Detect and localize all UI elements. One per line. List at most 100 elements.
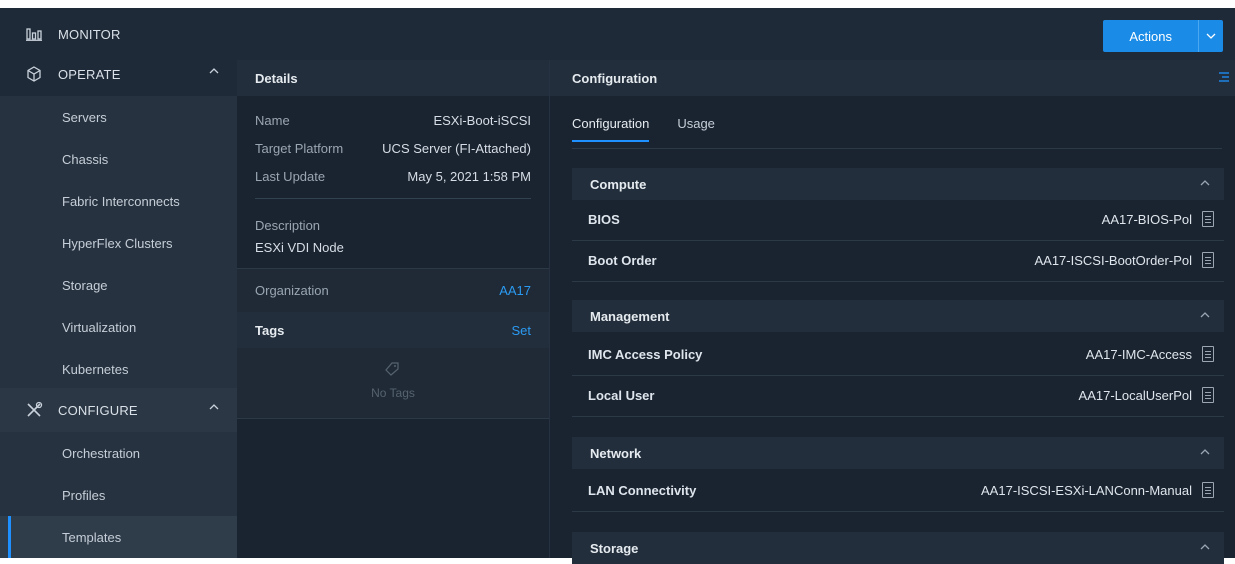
chevron-up-icon[interactable] bbox=[1200, 540, 1210, 554]
sidebar-item-label: Kubernetes bbox=[62, 361, 129, 377]
set-tags-link[interactable]: Set bbox=[511, 323, 531, 338]
organization-link[interactable]: AA17 bbox=[499, 283, 531, 298]
tags-label: Tags bbox=[255, 323, 285, 338]
top-strip bbox=[0, 0, 1235, 8]
configuration-title: Configuration bbox=[550, 60, 1235, 96]
section-network[interactable]: Network bbox=[572, 437, 1224, 469]
chevron-up-icon[interactable] bbox=[1200, 308, 1210, 322]
tab-configuration[interactable]: Configuration bbox=[572, 102, 650, 142]
sidebar-item-virtualization[interactable]: Virtualization bbox=[0, 306, 237, 348]
sidebar-item-label: CONFIGURE bbox=[58, 402, 138, 418]
detail-value: ESXi-Boot-iSCSI bbox=[433, 112, 531, 128]
chevron-up-icon[interactable] bbox=[209, 66, 219, 76]
sidebar-item-label: Storage bbox=[62, 277, 108, 293]
document-icon[interactable] bbox=[1202, 252, 1214, 268]
sidebar-item-label: Chassis bbox=[62, 151, 109, 167]
collapse-panel-icon[interactable] bbox=[1218, 70, 1230, 86]
sidebar-item-servers[interactable]: Servers bbox=[0, 96, 237, 138]
section-label: Network bbox=[590, 445, 642, 461]
sidebar-item-templates[interactable]: Templates bbox=[0, 516, 237, 558]
policy-label: IMC Access Policy bbox=[588, 347, 703, 362]
tools-icon bbox=[24, 400, 44, 420]
cube-icon bbox=[24, 64, 44, 84]
detail-value: UCS Server (FI-Attached) bbox=[382, 140, 531, 156]
sidebar-item-monitor[interactable]: MONITOR bbox=[0, 12, 237, 56]
policy-row-lan-connectivity: LAN Connectivity AA17-ISCSI-ESXi-LANConn… bbox=[572, 471, 1224, 512]
section-label: Management bbox=[590, 308, 670, 324]
tabs-divider bbox=[572, 148, 1222, 149]
tab-label: Configuration bbox=[572, 116, 650, 131]
sidebar-item-operate[interactable]: OPERATE bbox=[0, 52, 237, 96]
policy-value: AA17-ISCSI-ESXi-LANConn-Manual bbox=[981, 483, 1192, 498]
divider bbox=[255, 198, 531, 199]
policy-value: AA17-ISCSI-BootOrder-Pol bbox=[1034, 253, 1192, 268]
description-value: ESXi VDI Node bbox=[255, 240, 344, 255]
sidebar-item-label: Orchestration bbox=[62, 445, 141, 461]
section-compute[interactable]: Compute bbox=[572, 168, 1224, 200]
sidebar-item-hyperflex-clusters[interactable]: HyperFlex Clusters bbox=[0, 222, 237, 264]
sidebar-item-kubernetes[interactable]: Kubernetes bbox=[0, 348, 237, 390]
tab-label: Usage bbox=[677, 116, 715, 131]
monitor-icon bbox=[24, 24, 44, 44]
chevron-up-icon[interactable] bbox=[1200, 445, 1210, 459]
sidebar: MONITOR OPERATE Servers Chassis Fabric I… bbox=[0, 8, 237, 558]
organization-label: Organization bbox=[255, 283, 329, 298]
sidebar-item-label: Fabric Interconnects bbox=[62, 193, 180, 209]
section-label: Compute bbox=[590, 176, 647, 192]
active-indicator bbox=[8, 516, 11, 558]
details-title: Details bbox=[237, 60, 549, 96]
sidebar-item-label: HyperFlex Clusters bbox=[62, 235, 173, 251]
document-icon[interactable] bbox=[1202, 211, 1214, 227]
no-tags-area: No Tags bbox=[237, 348, 549, 419]
document-icon[interactable] bbox=[1202, 346, 1214, 362]
policy-row-local-user: Local User AA17-LocalUserPol bbox=[572, 376, 1224, 417]
detail-label: Name bbox=[255, 112, 290, 128]
actions-button[interactable]: Actions bbox=[1103, 20, 1198, 52]
document-icon[interactable] bbox=[1202, 482, 1214, 498]
sidebar-item-label: Servers bbox=[62, 109, 107, 125]
document-icon[interactable] bbox=[1202, 387, 1214, 403]
policy-row-boot-order: Boot Order AA17-ISCSI-BootOrder-Pol bbox=[572, 241, 1224, 282]
organization-row: Organization AA17 bbox=[237, 268, 549, 313]
detail-last-update: Last Update May 5, 2021 1:58 PM bbox=[255, 166, 531, 186]
sidebar-item-storage[interactable]: Storage bbox=[0, 264, 237, 306]
policy-label: Local User bbox=[588, 388, 655, 403]
policy-value: AA17-LocalUserPol bbox=[1078, 388, 1192, 403]
actions-button-group: Actions bbox=[1103, 20, 1223, 52]
details-panel: Details Name ESXi-Boot-iSCSI Target Plat… bbox=[237, 60, 549, 558]
chevron-up-icon[interactable] bbox=[209, 402, 219, 412]
configuration-panel: Configuration Configuration Usage Comput… bbox=[549, 60, 1235, 564]
sidebar-item-label: OPERATE bbox=[58, 66, 121, 82]
detail-target-platform: Target Platform UCS Server (FI-Attached) bbox=[255, 138, 531, 158]
policy-label: Boot Order bbox=[588, 253, 657, 268]
policy-row-bios: BIOS AA17-BIOS-Pol bbox=[572, 200, 1224, 241]
description-label: Description bbox=[255, 218, 321, 233]
top-bar: Actions bbox=[237, 8, 1235, 60]
tab-underline bbox=[572, 140, 650, 142]
chevron-down-icon[interactable] bbox=[1198, 20, 1223, 52]
detail-label: Last Update bbox=[255, 168, 326, 184]
policy-label: BIOS bbox=[588, 212, 620, 227]
section-storage[interactable]: Storage bbox=[572, 532, 1224, 564]
tag-icon bbox=[385, 362, 399, 379]
detail-name: Name ESXi-Boot-iSCSI bbox=[255, 110, 531, 130]
sidebar-item-configure[interactable]: CONFIGURE bbox=[0, 388, 237, 432]
detail-label: Target Platform bbox=[255, 140, 344, 156]
sidebar-item-orchestration[interactable]: Orchestration bbox=[0, 432, 237, 474]
tab-usage[interactable]: Usage bbox=[677, 102, 715, 142]
chevron-up-icon[interactable] bbox=[1200, 176, 1210, 190]
sidebar-item-chassis[interactable]: Chassis bbox=[0, 138, 237, 180]
policy-label: LAN Connectivity bbox=[588, 483, 697, 498]
sidebar-item-fabric-interconnects[interactable]: Fabric Interconnects bbox=[0, 180, 237, 222]
sidebar-item-label: MONITOR bbox=[58, 26, 121, 42]
no-tags-text: No Tags bbox=[371, 386, 415, 400]
config-tabs: Configuration Usage bbox=[572, 102, 743, 142]
tags-header: Tags Set bbox=[237, 312, 549, 348]
policy-value: AA17-BIOS-Pol bbox=[1101, 212, 1192, 227]
sidebar-item-label: Templates bbox=[62, 529, 122, 545]
section-management[interactable]: Management bbox=[572, 300, 1224, 332]
detail-value: May 5, 2021 1:58 PM bbox=[407, 168, 531, 184]
policy-row-imc-access: IMC Access Policy AA17-IMC-Access bbox=[572, 335, 1224, 376]
app-window: MONITOR OPERATE Servers Chassis Fabric I… bbox=[0, 8, 1235, 564]
sidebar-item-profiles[interactable]: Profiles bbox=[0, 474, 237, 516]
